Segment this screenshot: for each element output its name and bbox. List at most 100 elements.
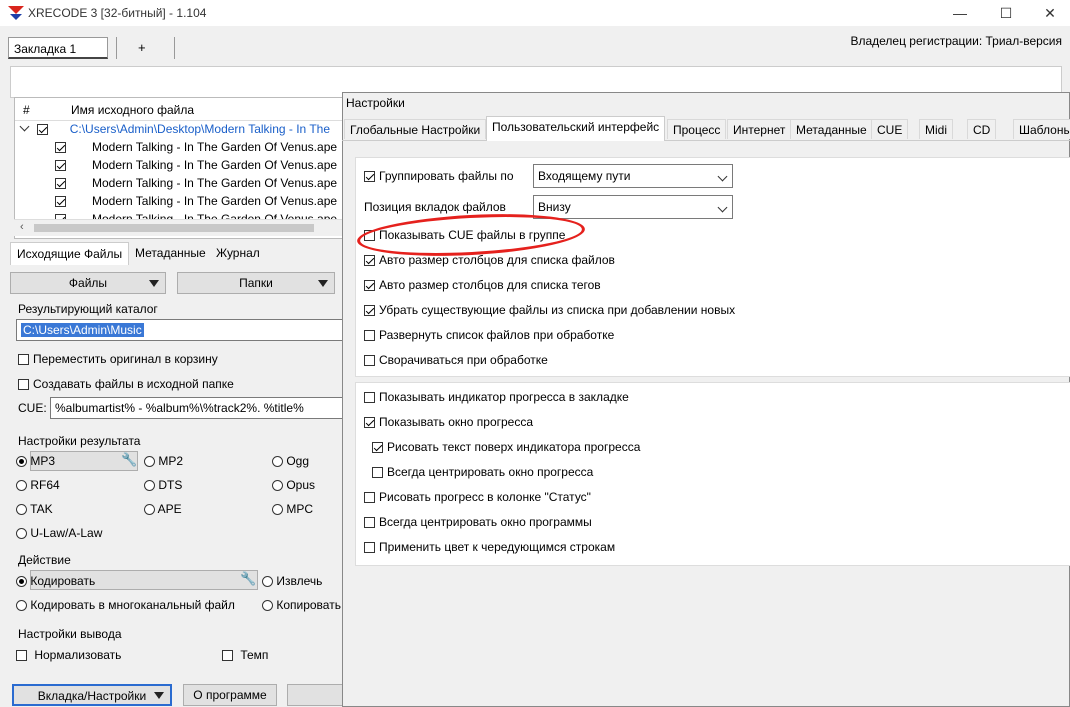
tab-source-files[interactable]: Исходящие Файлы	[10, 242, 130, 265]
tab-metadata-settings[interactable]: Метаданные	[790, 119, 873, 139]
files-button[interactable]: Файлы	[10, 272, 166, 294]
tab-templates[interactable]: Шаблоны	[1013, 119, 1070, 139]
remove-existing-option[interactable]: Убрать существующие файлы из списка при …	[364, 303, 735, 317]
minimize-on-process-option[interactable]: Сворачиваться при обработке	[364, 353, 548, 367]
tab-cd[interactable]: CD	[967, 119, 997, 139]
folder-row[interactable]: C:\Users\Admin\Desktop\Modern Talking - …	[19, 120, 330, 138]
list-item[interactable]: Modern Talking - In The Garden Of Venus.…	[55, 138, 337, 156]
format-ogg[interactable]: Ogg	[272, 454, 309, 468]
maximize-button[interactable]: ☐	[983, 0, 1029, 26]
format-dts[interactable]: DTS	[144, 478, 182, 492]
action-copy[interactable]: Копировать	[262, 598, 341, 612]
center-progress-window-option[interactable]: Всегда центрировать окно прогресса	[372, 465, 593, 479]
auto-size-file-columns-checkbox[interactable]	[364, 255, 375, 267]
auto-size-tag-columns-option[interactable]: Авто размер столбцов для списка тегов	[364, 278, 601, 292]
format-opus-radio[interactable]	[272, 480, 283, 492]
format-mpc[interactable]: MPC	[272, 502, 313, 516]
auto-size-tag-columns-checkbox[interactable]	[364, 280, 375, 292]
format-tak-radio[interactable]	[16, 504, 27, 516]
format-mp3[interactable]: MP3	[16, 454, 55, 468]
folders-button[interactable]: Папки	[177, 272, 335, 294]
action-copy-radio[interactable]	[262, 600, 273, 612]
progress-in-tab-checkbox[interactable]	[364, 392, 375, 404]
expand-list-checkbox[interactable]	[364, 330, 375, 342]
file-checkbox[interactable]	[55, 196, 66, 208]
file-checkbox[interactable]	[55, 160, 66, 172]
file-list[interactable]: # Имя исходного файла C:\Users\Admin\Des…	[14, 97, 346, 239]
center-main-window-checkbox[interactable]	[364, 517, 375, 529]
tab-cue[interactable]: CUE	[871, 119, 909, 139]
bottom-button[interactable]	[287, 684, 343, 706]
progress-in-tab-option[interactable]: Показывать индикатор прогресса в закладк…	[364, 390, 629, 404]
tab-bookmark-1[interactable]: Закладка 1	[8, 37, 108, 59]
create-in-source-option[interactable]: Создавать файлы в исходной папке	[18, 377, 234, 391]
list-item[interactable]: Modern Talking - In The Garden Of Venus.…	[55, 156, 337, 174]
wrench-icon[interactable]: 🔧	[121, 452, 137, 468]
column-source-name[interactable]: Имя исходного файла	[71, 103, 194, 117]
group-by-dropdown[interactable]: Входящему пути	[533, 164, 733, 188]
tempo-checkbox[interactable]	[222, 650, 233, 662]
tab-settings-button[interactable]: Вкладка/Настройки	[12, 684, 172, 706]
format-ulaw[interactable]: U-Law/A-Law	[16, 526, 102, 540]
action-encode-multi-radio[interactable]	[16, 600, 27, 612]
minimize-button[interactable]: —	[937, 0, 983, 26]
action-encode-multi[interactable]: Кодировать в многоканальный файл	[16, 598, 235, 612]
action-encode-radio[interactable]	[16, 576, 27, 588]
auto-size-file-columns-option[interactable]: Авто размер столбцов для списка файлов	[364, 253, 615, 267]
normalize-option[interactable]: Нормализовать	[16, 648, 121, 662]
tab-position-dropdown[interactable]: Внизу	[533, 195, 733, 219]
tab-user-interface[interactable]: Пользовательский интерфейс	[486, 116, 666, 141]
horizontal-scrollbar[interactable]: ‹	[14, 219, 344, 236]
format-dts-radio[interactable]	[144, 480, 155, 492]
create-in-source-checkbox[interactable]	[18, 379, 29, 391]
format-mp2[interactable]: MP2	[144, 454, 183, 468]
format-mpc-radio[interactable]	[272, 504, 283, 516]
expand-list-option[interactable]: Развернуть список файлов при обработке	[364, 328, 614, 342]
move-to-trash-checkbox[interactable]	[18, 354, 29, 366]
close-button[interactable]: ✕	[1027, 0, 1070, 26]
text-over-progress-option[interactable]: Рисовать текст поверх индикатора прогрес…	[372, 440, 640, 454]
tab-log[interactable]: Журнал	[213, 244, 263, 262]
normalize-checkbox[interactable]	[16, 650, 27, 662]
alternate-row-color-option[interactable]: Применить цвет к чередующимся строкам	[364, 540, 615, 554]
tempo-option[interactable]: Темп	[222, 648, 268, 662]
tab-process[interactable]: Процесс	[667, 119, 727, 139]
format-ogg-radio[interactable]	[272, 456, 283, 468]
format-ape[interactable]: APE	[144, 502, 182, 516]
format-ape-radio[interactable]	[144, 504, 155, 516]
format-tak[interactable]: TAK	[16, 502, 53, 516]
move-to-trash-option[interactable]: Переместить оригинал в корзину	[18, 352, 218, 366]
group-by-checkbox[interactable]	[364, 171, 375, 183]
show-progress-window-option[interactable]: Показывать окно прогресса	[364, 415, 533, 429]
minimize-on-process-checkbox[interactable]	[364, 355, 375, 367]
action-extract[interactable]: Извлечь	[262, 574, 322, 588]
add-tab-button[interactable]: +	[138, 40, 146, 55]
center-progress-window-checkbox[interactable]	[372, 467, 383, 479]
show-progress-window-checkbox[interactable]	[364, 417, 375, 429]
center-main-window-option[interactable]: Всегда центрировать окно программы	[364, 515, 592, 529]
progress-in-status-option[interactable]: Рисовать прогресс в колонке "Статус"	[364, 490, 591, 504]
cue-template-field[interactable]: %albumartist% - %album%\%track2%. %title…	[50, 397, 346, 419]
column-number[interactable]: #	[23, 103, 30, 117]
scrollbar-thumb[interactable]	[34, 224, 314, 232]
file-checkbox[interactable]	[55, 178, 66, 190]
text-over-progress-checkbox[interactable]	[372, 442, 383, 454]
folder-checkbox[interactable]	[37, 124, 49, 136]
tab-global-settings[interactable]: Глобальные Настройки	[344, 119, 487, 139]
chevron-down-icon[interactable]	[19, 121, 30, 132]
format-mp3-radio[interactable]	[16, 456, 27, 468]
tab-metadata[interactable]: Метаданные	[132, 244, 209, 262]
format-mp2-radio[interactable]	[144, 456, 155, 468]
file-checkbox[interactable]	[55, 142, 66, 154]
action-encode[interactable]: Кодировать	[16, 574, 95, 588]
group-by-option[interactable]: Группировать файлы по	[364, 169, 514, 183]
format-ulaw-radio[interactable]	[16, 528, 27, 540]
wrench-icon[interactable]: 🔧	[240, 571, 256, 587]
list-item[interactable]: Modern Talking - In The Garden Of Venus.…	[55, 192, 337, 210]
remove-existing-checkbox[interactable]	[364, 305, 375, 317]
tab-internet[interactable]: Интернет	[727, 119, 792, 139]
progress-in-status-checkbox[interactable]	[364, 492, 375, 504]
format-opus[interactable]: Opus	[272, 478, 315, 492]
scroll-left-icon[interactable]: ‹	[20, 221, 24, 233]
format-rf64[interactable]: RF64	[16, 478, 60, 492]
